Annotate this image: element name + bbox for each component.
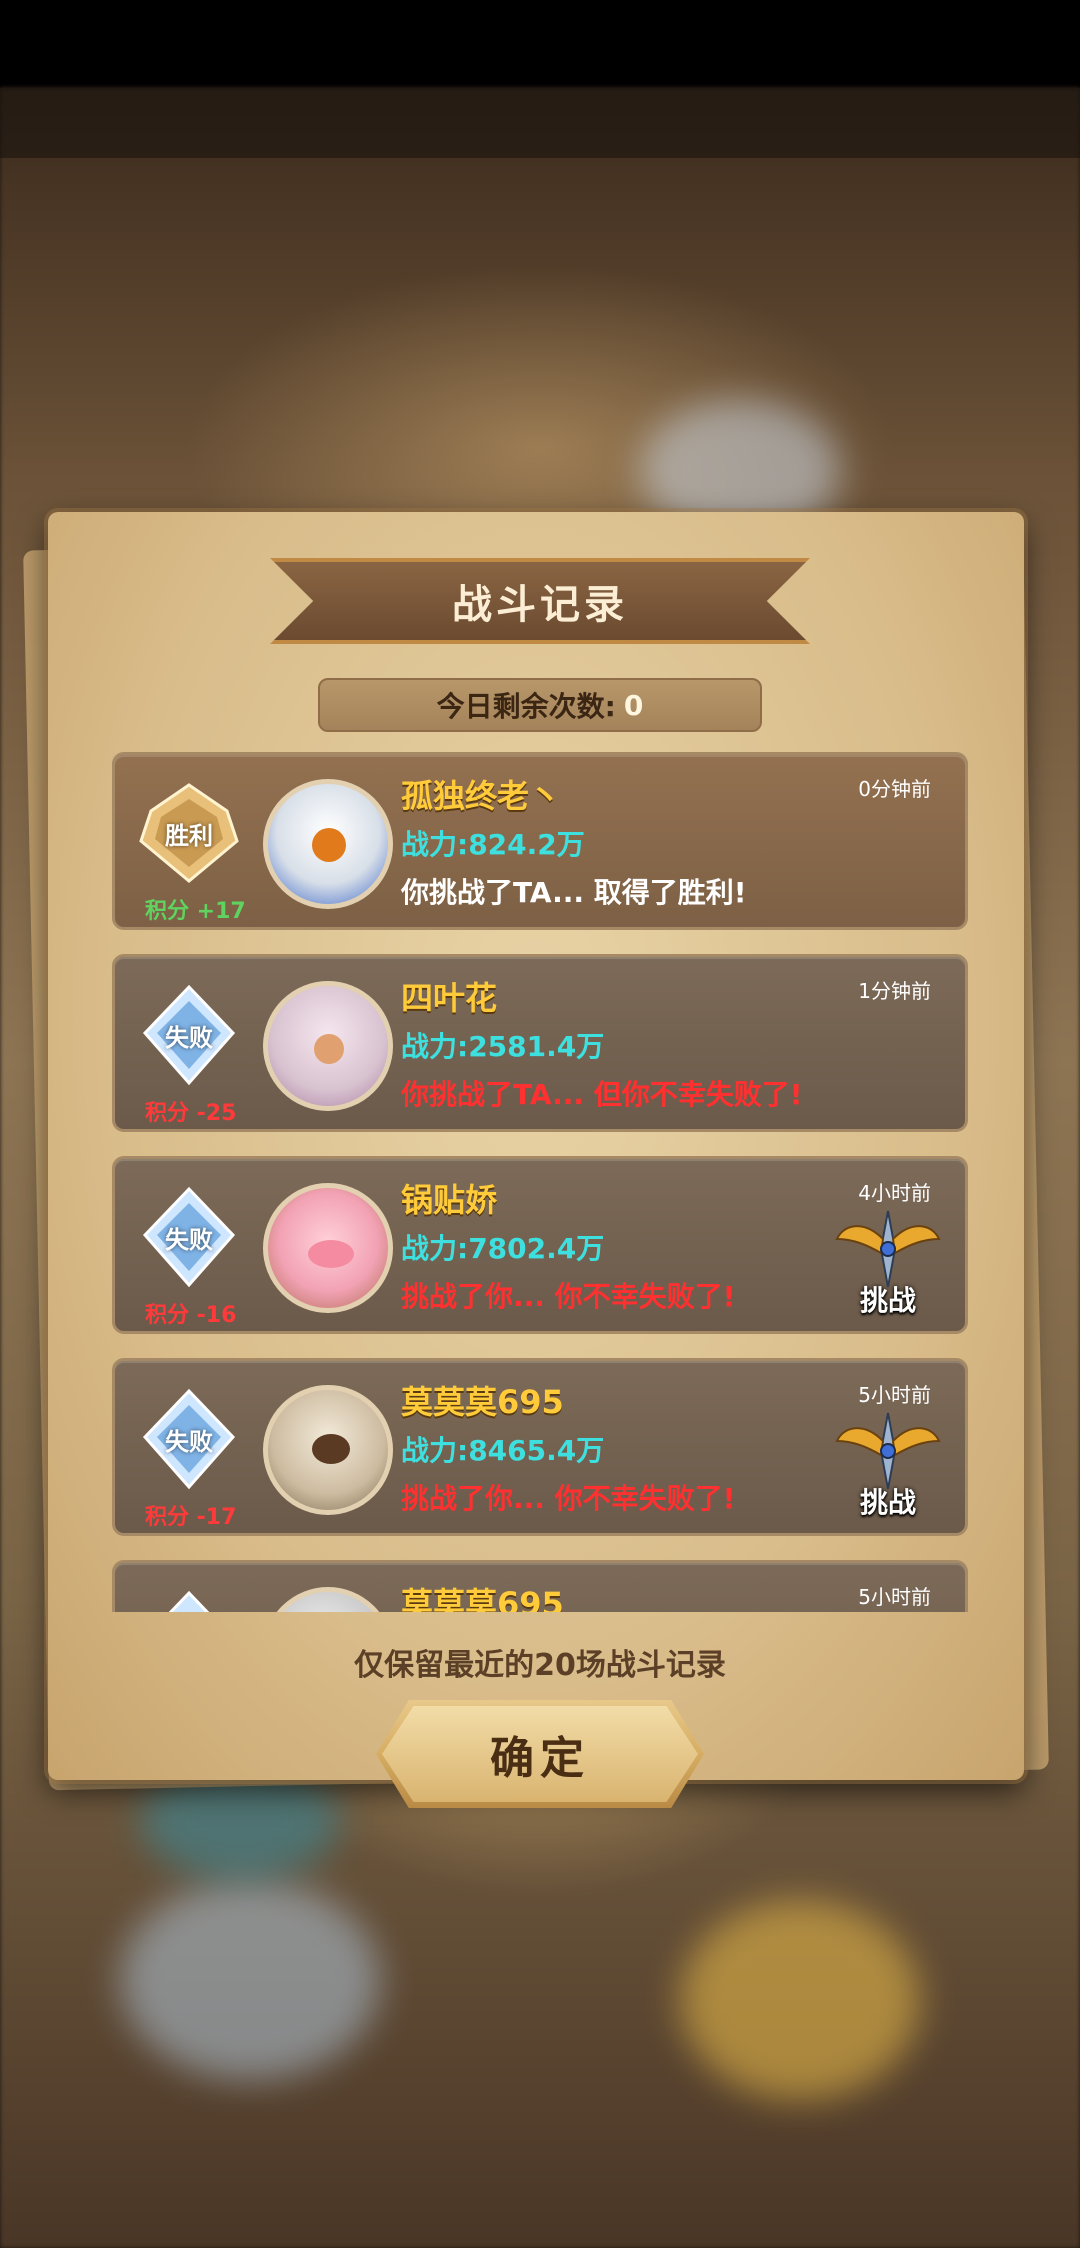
score-change: 积分 -16: [145, 1303, 237, 1328]
defeat-badge-icon: 失败: [137, 983, 241, 1087]
score-change: 积分 -25: [145, 1101, 237, 1126]
remaining-label: 今日剩余次数:: [436, 690, 616, 723]
challenge-button[interactable]: 挑战: [833, 1411, 943, 1523]
opponent-avatar: [263, 1385, 393, 1515]
challenge-label: 挑战: [859, 1486, 916, 1519]
remaining-count: 0: [623, 688, 644, 722]
battle-result-message: 挑战了你... 你不幸失败了!: [401, 1482, 736, 1515]
opponent-name: 莫莫莫695: [401, 1383, 564, 1421]
battle-record-row: 胜利 积分 +17 孤独终老丶 战力:824.2万 你挑战了TA... 取得了胜…: [112, 752, 968, 930]
background-blob: [680, 1900, 920, 2100]
defeat-badge-icon: [137, 1589, 241, 1612]
battle-result-message: 你挑战了TA... 但你不幸失败了!: [401, 1078, 803, 1111]
opponent-avatar: [263, 1183, 393, 1313]
opponent-name: 孤独终老丶: [401, 777, 562, 815]
battle-time: 4小时前: [858, 1181, 931, 1205]
opponent-avatar: [263, 981, 393, 1111]
dialog-title: 战斗记录: [452, 582, 628, 628]
badge-label: 失败: [165, 1225, 213, 1254]
remaining-attempts: 今日剩余次数: 0: [318, 678, 762, 732]
score-change: 积分 -17: [145, 1505, 237, 1530]
winged-sword-icon: [835, 1210, 941, 1288]
battle-time: 1分钟前: [858, 979, 931, 1003]
dialog-title-banner: 战斗记录: [270, 558, 810, 644]
defeat-badge-icon: 失败: [137, 1387, 241, 1491]
badge-label: 失败: [165, 1023, 213, 1052]
score-change: 积分 +17: [145, 899, 246, 924]
opponent-power: 战力:2581.4万: [401, 1030, 605, 1063]
battle-time: 5小时前: [858, 1383, 931, 1407]
battle-record-row: 失败 积分 -25 四叶花 战力:2581.4万 你挑战了TA... 但你不幸失…: [112, 954, 968, 1132]
confirm-label: 确定: [490, 1733, 590, 1784]
opponent-avatar: [263, 779, 393, 909]
battle-time: 0分钟前: [858, 777, 931, 801]
battle-record-row: 莫莫莫695 5小时前: [112, 1560, 968, 1612]
battle-result-message: 挑战了你... 你不幸失败了!: [401, 1280, 736, 1313]
battle-record-list[interactable]: 胜利 积分 +17 孤独终老丶 战力:824.2万 你挑战了TA... 取得了胜…: [112, 752, 968, 1612]
record-limit-note: 仅保留最近的20场战斗记录: [354, 1648, 726, 1683]
challenge-label: 挑战: [859, 1284, 916, 1317]
status-bar: [0, 0, 1080, 88]
opponent-power: 战力:7802.4万: [401, 1232, 605, 1265]
confirm-button[interactable]: 确定: [376, 1700, 704, 1808]
badge-label: 胜利: [165, 821, 213, 850]
opponent-avatar: [263, 1587, 393, 1612]
battle-record-row: 失败 积分 -17 莫莫莫695 战力:8465.4万 挑战了你... 你不幸失…: [112, 1358, 968, 1536]
opponent-power: 战力:8465.4万: [401, 1434, 605, 1467]
background-blob: [120, 1880, 380, 2080]
battle-record-row: 失败 积分 -16 锅贴娇 战力:7802.4万 挑战了你... 你不幸失败了!…: [112, 1156, 968, 1334]
opponent-name: 四叶花: [401, 979, 498, 1017]
opponent-name: 锅贴娇: [401, 1181, 498, 1219]
winged-sword-icon: [835, 1412, 941, 1490]
battle-time: 5小时前: [858, 1585, 931, 1609]
battle-result-message: 你挑战了TA... 取得了胜利!: [401, 876, 747, 909]
opponent-power: 战力:824.2万: [401, 828, 585, 861]
opponent-name: 莫莫莫695: [401, 1585, 564, 1612]
victory-badge-icon: 胜利: [137, 781, 241, 885]
background-resource-bar: [0, 88, 1080, 158]
badge-label: 失败: [165, 1427, 213, 1456]
challenge-button[interactable]: 挑战: [833, 1209, 943, 1321]
defeat-badge-icon: 失败: [137, 1185, 241, 1289]
